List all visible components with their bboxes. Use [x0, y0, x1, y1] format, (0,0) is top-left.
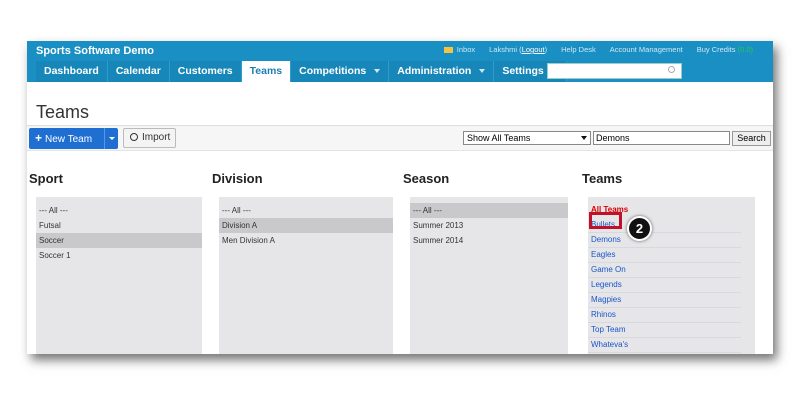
- chevron-down-icon: [479, 69, 486, 74]
- search-icon[interactable]: [668, 66, 675, 73]
- app-window: Sports Software Demo Inbox Lakshmi (Logo…: [27, 41, 773, 354]
- list-item[interactable]: Top Team: [588, 323, 741, 338]
- step-callout-badge: 2: [627, 216, 652, 241]
- nav-settings-label: Settings: [502, 65, 544, 77]
- sport-column-title: Sport: [29, 171, 63, 186]
- list-item[interactable]: Futsal: [36, 218, 202, 233]
- list-item[interactable]: Legends: [588, 278, 741, 293]
- import-label: Import: [142, 132, 171, 143]
- import-icon: [130, 133, 138, 141]
- team-filter-select[interactable]: Show All Teams: [463, 131, 591, 145]
- buy-credits-link[interactable]: Buy Credits (0.0): [697, 45, 753, 54]
- sport-list: --- All --- Futsal Soccer Soccer 1: [36, 197, 202, 354]
- team-search-input[interactable]: Demons: [593, 131, 730, 145]
- envelope-icon: [443, 47, 453, 54]
- list-item[interactable]: --- All ---: [410, 203, 568, 218]
- top-links: Inbox Lakshmi (Logout) Help Desk Account…: [443, 45, 753, 54]
- nav-administration-label: Administration: [397, 65, 472, 77]
- nav-competitions-label: Competitions: [299, 65, 367, 77]
- chevron-down-icon: [374, 69, 381, 74]
- list-item[interactable]: Division A: [219, 218, 393, 233]
- list-item[interactable]: Soccer 1: [36, 248, 202, 263]
- season-list: --- All --- Summer 2013 Summer 2014: [410, 197, 568, 354]
- new-team-button[interactable]: + New Team: [29, 128, 118, 149]
- main-nav: Dashboard Calendar Customers Teams Compe…: [36, 61, 567, 82]
- list-item[interactable]: Summer 2013: [410, 218, 568, 233]
- user-name: Lakshmi: [489, 45, 518, 54]
- plus-icon: +: [35, 131, 43, 145]
- new-team-dropdown-toggle[interactable]: [104, 128, 118, 149]
- logout-link[interactable]: Logout: [522, 45, 545, 54]
- division-list: --- All --- Division A Men Division A: [219, 197, 393, 354]
- inbox-label: Inbox: [456, 45, 476, 54]
- list-item[interactable]: Magpies: [588, 293, 741, 308]
- team-filter-value: Show All Teams: [467, 133, 531, 143]
- nav-calendar[interactable]: Calendar: [107, 61, 170, 82]
- inbox-link[interactable]: Inbox: [443, 45, 476, 54]
- list-item[interactable]: Eagles: [588, 248, 741, 263]
- global-search-input[interactable]: [547, 63, 682, 79]
- list-item[interactable]: Demons: [588, 233, 741, 248]
- toolbar: + New Team Import Show All Teams Demons S…: [27, 126, 773, 151]
- list-item[interactable]: Rhinos: [588, 308, 741, 323]
- season-column-title: Season: [403, 171, 450, 186]
- credit-balance: (0.0): [737, 45, 753, 54]
- list-item[interactable]: Men Division A: [219, 233, 393, 248]
- division-column-title: Division: [212, 171, 263, 186]
- user-menu: Lakshmi (Logout): [489, 45, 548, 54]
- page-title: Teams: [36, 102, 90, 122]
- nav-customers[interactable]: Customers: [169, 61, 242, 82]
- list-item[interactable]: Game On: [588, 263, 741, 278]
- import-button[interactable]: Import: [123, 128, 176, 148]
- buy-credits-label: Buy Credits: [696, 45, 736, 54]
- nav-teams[interactable]: Teams: [241, 61, 292, 82]
- list-item[interactable]: Whateva's: [588, 338, 741, 353]
- list-item[interactable]: --- All ---: [36, 203, 202, 218]
- nav-dashboard[interactable]: Dashboard: [36, 61, 108, 82]
- new-team-label: New Team: [45, 134, 93, 145]
- top-bar: Sports Software Demo Inbox Lakshmi (Logo…: [27, 41, 773, 82]
- account-management-link[interactable]: Account Management: [610, 45, 683, 54]
- chevron-down-icon: [581, 136, 587, 140]
- list-item[interactable]: Soccer: [36, 233, 202, 248]
- nav-administration[interactable]: Administration: [389, 61, 495, 82]
- list-item[interactable]: Summer 2014: [410, 233, 568, 248]
- teams-column-title: Teams: [582, 171, 623, 186]
- search-button[interactable]: Search: [732, 131, 771, 146]
- nav-competitions[interactable]: Competitions: [291, 61, 390, 82]
- app-title: Sports Software Demo: [36, 45, 154, 57]
- help-desk-link[interactable]: Help Desk: [561, 45, 596, 54]
- list-item[interactable]: --- All ---: [219, 203, 393, 218]
- highlight-box: [589, 212, 622, 229]
- chevron-down-icon: [109, 137, 115, 140]
